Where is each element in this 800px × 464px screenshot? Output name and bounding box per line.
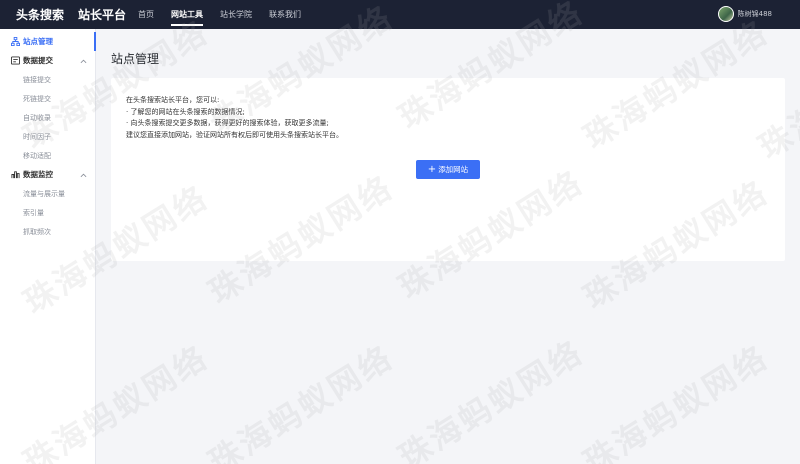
sidebar-item-time-factor[interactable]: 时间因子 (0, 127, 95, 146)
nav-academy[interactable]: 站长学院 (220, 0, 252, 29)
sidebar-item-site-manage[interactable]: 站点管理 (0, 32, 96, 51)
intro-line: · 向头条搜索提交更多数据，获得更好的搜索体验，获取更多流量; (126, 119, 329, 127)
sidebar-group-data-submit[interactable]: 数据提交 (0, 51, 95, 70)
sidebar-item-auto-index[interactable]: 自动收录 (0, 108, 95, 127)
sidebar-item-mobile-adapt[interactable]: 移动适配 (0, 146, 95, 165)
sidebar-item-label: 站点管理 (23, 37, 53, 46)
sidebar-item-link-submit[interactable]: 链接提交 (0, 70, 95, 89)
sidebar-item-crawl-frequency[interactable]: 抓取频次 (0, 222, 95, 241)
intro-line: · 了解您的网站在头条搜索的数据情况; (126, 107, 245, 116)
sidebar-group-label: 数据提交 (23, 56, 53, 65)
user-name[interactable]: 陈树锦488 (738, 9, 772, 19)
watermark: 珠海蚂蚁网络 (391, 332, 591, 464)
user-menu[interactable]: 陈树锦488 (717, 6, 772, 22)
brand-name: 头条搜索 (16, 8, 65, 22)
sidebar-item-traffic[interactable]: 流量与展示量 (0, 184, 95, 203)
sidebar: 站点管理 数据提交 链接提交 死链提交 自动收录 时间因子 移动适配 数据监控 … (0, 29, 96, 464)
sidebar-item-index-count[interactable]: 索引量 (0, 203, 95, 222)
nav-site-tools[interactable]: 网站工具 (171, 0, 203, 29)
nav-contact[interactable]: 联系我们 (269, 0, 301, 29)
submit-icon (10, 56, 20, 66)
top-navbar: 头条搜索 站长平台 首页 网站工具 站长学院 联系我们 陈树锦488 (0, 0, 800, 29)
add-site-label: 添加网站 (438, 165, 469, 174)
brand-logo[interactable]: 头条搜索 站长平台 (16, 6, 126, 23)
page-title: 站点管理 (111, 52, 160, 66)
sidebar-group-label: 数据监控 (23, 170, 53, 179)
sidebar-item-dead-link-submit[interactable]: 死链提交 (0, 89, 95, 108)
add-site-button[interactable]: + 添加网站 (416, 160, 480, 179)
nav-home[interactable]: 首页 (138, 0, 154, 29)
monitor-icon (10, 170, 20, 180)
brand-subtitle: 站长平台 (78, 8, 127, 22)
sitemap-icon (10, 37, 20, 47)
site-manage-card: 在头条搜索站长平台，您可以: · 了解您的网站在头条搜索的数据情况; · 向头条… (111, 78, 785, 261)
watermark: 珠海蚂蚁网络 (576, 337, 776, 464)
sidebar-group-data-monitor[interactable]: 数据监控 (0, 165, 95, 184)
watermark: 珠海蚂蚁网络 (201, 337, 401, 464)
intro-line: 建议您直接添加网站，验证网站所有权后即可使用头条搜索站长平台。 (126, 130, 343, 139)
main-nav: 首页 网站工具 站长学院 联系我们 (138, 0, 318, 29)
avatar[interactable] (717, 6, 734, 22)
plus-icon: + (427, 163, 437, 175)
intro-line: 在头条搜索站长平台，您可以: (126, 96, 220, 104)
chevron-up-icon (80, 57, 87, 66)
intro-text: 在头条搜索站长平台，您可以: · 了解您的网站在头条搜索的数据情况; · 向头条… (126, 95, 343, 141)
chevron-up-icon (80, 171, 87, 180)
